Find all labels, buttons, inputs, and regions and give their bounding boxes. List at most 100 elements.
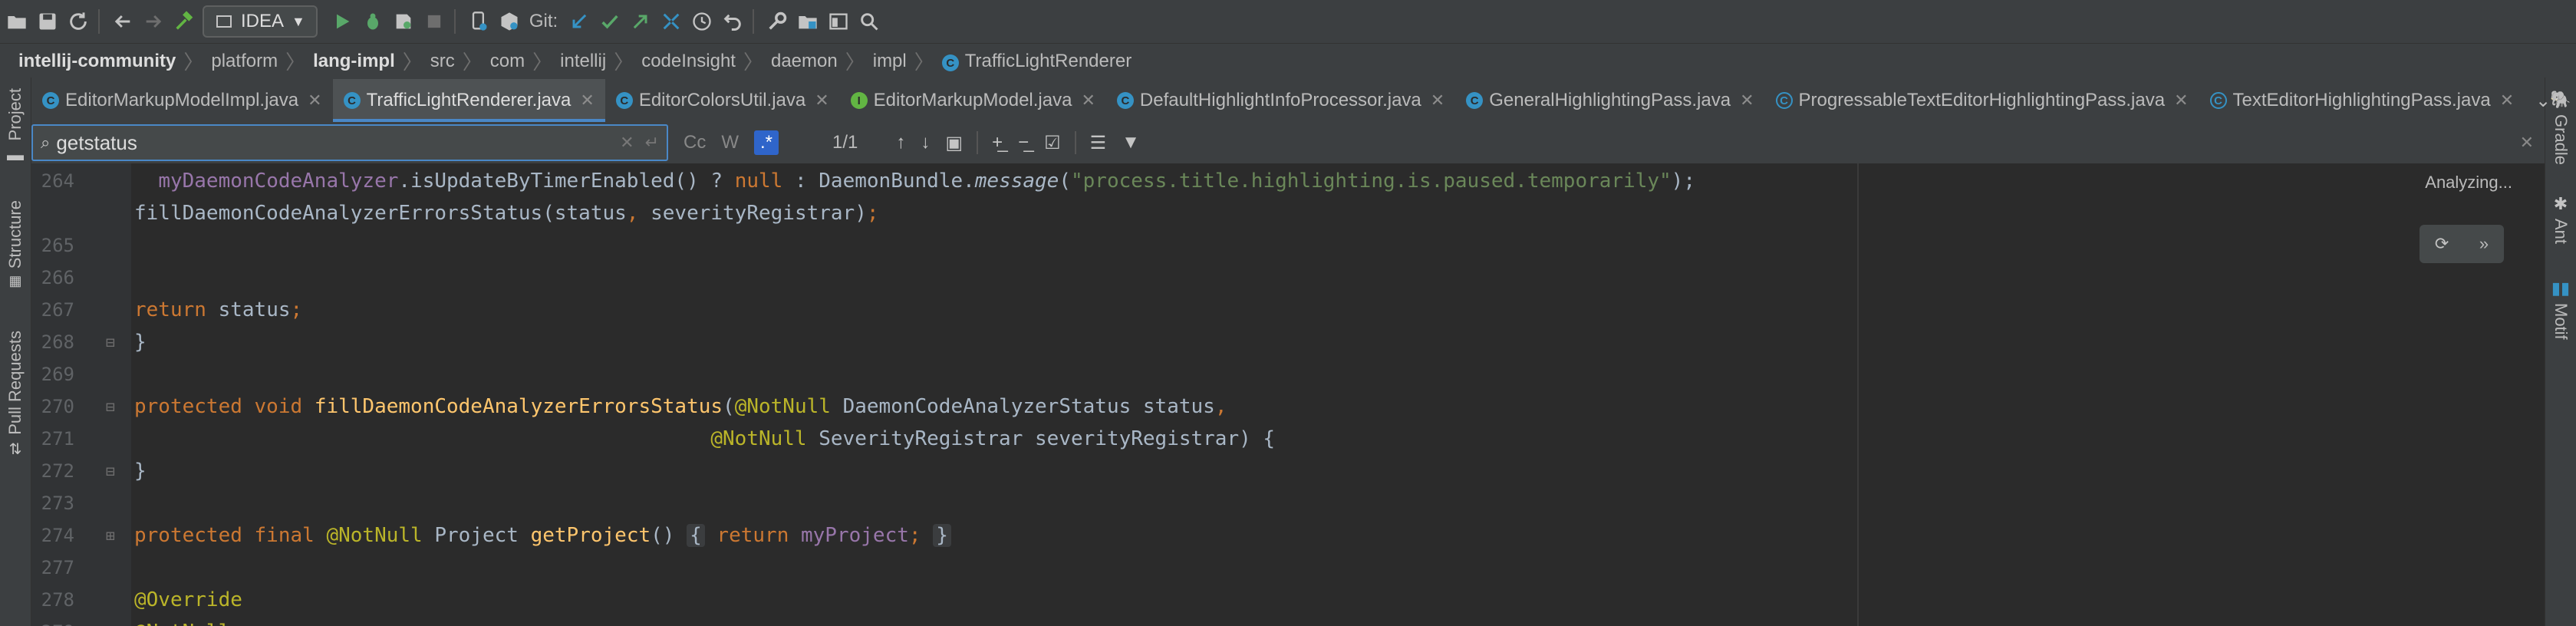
fold-expand-icon[interactable]: ⊞ <box>97 526 124 545</box>
device-icon[interactable] <box>465 8 492 35</box>
previous-occurrence-icon[interactable]: ↑ <box>896 132 905 153</box>
filter-options-icon[interactable]: ☰ <box>1090 132 1107 154</box>
rollback-icon[interactable] <box>719 8 746 35</box>
inspection-icon[interactable]: ⟳ <box>2435 234 2449 254</box>
breadcrumb-item[interactable]: codeInsight <box>637 51 740 72</box>
select-occurrences-icon[interactable]: ☑ <box>1044 132 1061 154</box>
navigation-bar: intellij-community 〉 platform 〉 lang-impl 〉… <box>0 43 2576 78</box>
breadcrumb-item[interactable]: com <box>486 51 529 72</box>
search-icon[interactable] <box>855 8 883 35</box>
editor-tab-bar: C EditorMarkupModelImpl.java ✕ C TrafficLig… <box>31 77 2551 123</box>
tool-window-motif[interactable]: ▮▮ Motif <box>2545 278 2576 340</box>
breadcrumb-separator: 〉 <box>914 51 934 74</box>
inspection-widget[interactable]: ⟳ » <box>2420 225 2504 263</box>
tab-list-chevron-icon[interactable]: ⌄ <box>2525 79 2561 122</box>
regex-toggle[interactable]: .* <box>754 130 779 155</box>
clear-search-icon[interactable]: ✕ <box>620 133 634 153</box>
close-icon[interactable]: ✕ <box>1431 91 1444 110</box>
close-icon[interactable]: ✕ <box>1081 91 1095 110</box>
code-line: fillDaemonCodeAnalyzerErrorsStatus(statu… <box>31 197 879 229</box>
code-area[interactable]: 264 myDaemonCodeAnalyzer.isUpdateByTimer… <box>31 163 1857 626</box>
close-icon[interactable]: ✕ <box>2174 91 2188 110</box>
stop-icon[interactable] <box>420 8 448 35</box>
funnel-filter-icon[interactable]: ▼ <box>1122 132 1140 153</box>
git-merge-icon[interactable] <box>657 8 685 35</box>
code-line: 277 <box>31 552 134 584</box>
close-icon[interactable]: ✕ <box>580 91 594 110</box>
close-icon[interactable]: ✕ <box>815 91 828 110</box>
close-find-bar-icon[interactable]: ✕ <box>2520 133 2534 153</box>
run-icon[interactable] <box>328 8 356 35</box>
breadcrumb-item[interactable]: intellij <box>555 51 611 72</box>
code-editor[interactable]: 264 myDaemonCodeAnalyzer.isUpdateByTimer… <box>31 163 2545 626</box>
terminal-window-icon[interactable] <box>825 8 852 35</box>
run-configuration-select[interactable]: IDEA ▼ <box>203 5 318 38</box>
git-push-icon[interactable] <box>627 8 654 35</box>
save-icon[interactable] <box>34 8 61 35</box>
new-line-icon[interactable]: ↵ <box>645 133 659 153</box>
class-icon: C <box>615 92 633 109</box>
editor-tab[interactable]: C EditorColorsUtil.java ✕ <box>605 79 840 122</box>
select-all-occurrences-icon[interactable]: ▣ <box>945 132 963 154</box>
code-text: protected void fillDaemonCodeAnalyzerErr… <box>134 395 1227 418</box>
tab-label: EditorMarkupModel.java <box>873 90 1072 110</box>
editor-tab[interactable]: C EditorMarkupModelImpl.java ✕ <box>31 79 333 122</box>
breadcrumb-class[interactable]: C TrafficLightRenderer <box>937 51 1136 72</box>
fold-collapse-icon[interactable]: ⊟ <box>97 462 124 480</box>
remove-occurrence-icon[interactable]: −̲ <box>1018 132 1029 153</box>
sdk-manager-icon[interactable] <box>496 8 523 35</box>
breadcrumb-separator: 〉 <box>532 51 553 74</box>
tool-window-pull-requests[interactable]: Pull Requests ⇅ <box>0 331 31 459</box>
code-text: } <box>134 460 147 483</box>
words-toggle[interactable]: W <box>721 132 739 153</box>
debug-icon[interactable] <box>359 8 387 35</box>
breadcrumb-item[interactable]: platform <box>206 51 282 72</box>
breadcrumb-item[interactable]: lang-impl <box>308 51 400 72</box>
class-icon: C <box>1116 92 1134 109</box>
editor-tab[interactable]: C DefaultHighlightInfoProcessor.java ✕ <box>1106 79 1455 122</box>
fold-collapse-icon[interactable]: ⊟ <box>97 333 124 351</box>
close-icon[interactable]: ✕ <box>308 91 321 110</box>
coverage-icon[interactable] <box>390 8 417 35</box>
breadcrumb-item[interactable]: daemon <box>766 51 842 72</box>
breadcrumb-item[interactable]: src <box>426 51 460 72</box>
tool-window-label: Pull Requests <box>5 331 25 435</box>
git-commit-icon[interactable] <box>596 8 624 35</box>
add-occurrence-icon[interactable]: +̲ <box>992 132 1003 153</box>
git-update-icon[interactable] <box>565 8 593 35</box>
forward-icon[interactable] <box>140 8 167 35</box>
close-icon[interactable]: ✕ <box>1740 91 1754 110</box>
search-input[interactable] <box>50 130 621 156</box>
breadcrumb-separator: 〉 <box>462 51 483 74</box>
match-case-toggle[interactable]: Cc <box>684 132 706 153</box>
tool-window-project[interactable]: Project ▬ <box>0 88 31 165</box>
editor-tab[interactable]: C GeneralHighlightingPass.java ✕ <box>1455 79 1764 122</box>
editor-tab[interactable]: I EditorMarkupModel.java ✕ <box>840 79 1106 122</box>
class-icon: C <box>42 92 59 109</box>
next-occurrence-icon[interactable]: ↓ <box>921 132 930 153</box>
tool-window-structure[interactable]: Structure ▦ <box>0 200 31 289</box>
editor-tab-active[interactable]: C TrafficLightRenderer.java ✕ <box>332 79 606 122</box>
tab-label: EditorColorsUtil.java <box>638 90 806 110</box>
breadcrumb-item[interactable]: intellij-community <box>14 51 180 72</box>
line-number: 269 <box>41 364 74 385</box>
more-icon[interactable]: » <box>2479 234 2489 254</box>
build-hammer-icon[interactable] <box>170 8 198 35</box>
project-structure-icon[interactable] <box>794 8 822 35</box>
history-clock-icon[interactable] <box>688 8 716 35</box>
tool-window-ant[interactable]: ✱ Ant <box>2545 194 2576 244</box>
search-field[interactable]: ⌕ ✕ ↵ <box>31 124 668 161</box>
sync-icon[interactable] <box>64 8 92 35</box>
breadcrumb-separator: 〉 <box>183 51 204 74</box>
editor-tab[interactable]: C TextEditorHighlightingPass.java ✕ <box>2199 79 2525 122</box>
breadcrumb-item[interactable]: impl <box>868 51 911 72</box>
line-number: 273 <box>41 493 74 514</box>
wrench-icon[interactable] <box>763 8 791 35</box>
open-folder-icon[interactable] <box>3 8 31 35</box>
code-text: return status; <box>134 298 303 321</box>
editor-tab[interactable]: C ProgressableTextEditorHighlightingPass.… <box>1765 79 2199 122</box>
close-icon[interactable]: ✕ <box>2500 91 2514 110</box>
fold-expand-icon[interactable]: ⊟ <box>97 397 124 416</box>
search-icon[interactable]: ⌕ <box>41 133 50 153</box>
back-icon[interactable] <box>109 8 137 35</box>
